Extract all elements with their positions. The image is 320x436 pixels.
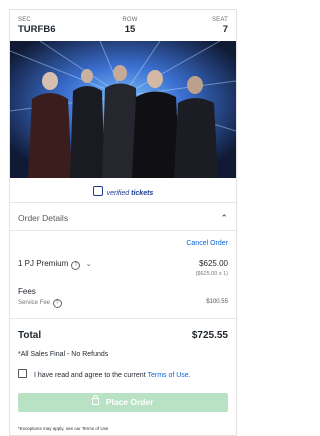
place-order-button[interactable]: Place Order xyxy=(18,393,228,412)
sales-final-notice: *All Sales Final - No Refunds xyxy=(18,351,109,358)
info-icon[interactable]: ? xyxy=(52,299,62,308)
divider xyxy=(10,202,236,203)
total-value: $725.55 xyxy=(191,330,228,341)
lock-icon xyxy=(92,395,100,405)
ticket-item-label: 1 PJ Premium xyxy=(18,259,69,268)
section-value: TURFB6 xyxy=(18,24,56,35)
chevron-up-icon[interactable]: ⌃ xyxy=(220,213,228,224)
band-photo-illustration xyxy=(10,41,236,178)
divider xyxy=(10,318,236,319)
order-details-title: Order Details xyxy=(18,213,69,223)
total-label: Total xyxy=(18,330,42,341)
terms-link[interactable]: Terms of Use. xyxy=(147,372,190,379)
verified-tickets-badge: verified tickets xyxy=(10,186,236,197)
terms-checkbox[interactable] xyxy=(18,369,27,378)
ticket-price-breakdown: ($625.00 x 1) xyxy=(195,271,228,277)
verified-ticket-icon xyxy=(92,186,103,196)
event-photo xyxy=(10,41,236,178)
divider xyxy=(10,230,236,231)
seat-info-col: SEAT 7 xyxy=(212,17,228,35)
row-label: ROW xyxy=(122,17,138,23)
verified-prefix: verified xyxy=(106,190,130,197)
ticket-item: 1 PJ Premium ? ⌄ xyxy=(18,259,92,270)
service-fee-amount: $100.55 xyxy=(206,299,228,305)
seat-label: SEAT xyxy=(211,17,228,23)
terms-agreement: I have read and agree to the current Ter… xyxy=(18,369,191,379)
service-fee: Service Fee ? xyxy=(18,299,62,308)
exceptions-footnote: *Exceptions may apply, see our Terms of … xyxy=(18,426,109,431)
row-value: 15 xyxy=(124,24,136,35)
ticket-price: $625.00 xyxy=(199,259,228,268)
place-order-label: Place Order xyxy=(105,397,154,407)
row-info: ROW 15 xyxy=(110,17,150,35)
info-icon[interactable]: ? xyxy=(71,261,81,270)
section-label: SEC xyxy=(18,17,31,23)
service-fee-label: Service Fee xyxy=(18,300,51,306)
terms-text: I have read and agree to the current xyxy=(33,372,146,379)
chevron-down-icon[interactable]: ⌄ xyxy=(86,261,92,268)
verified-suffix: tickets xyxy=(131,190,154,197)
section-info: SEC TURFB6 xyxy=(18,17,55,35)
checkout-card: SEC TURFB6 ROW 15 SEAT 7 verified ticket… xyxy=(9,9,237,436)
cancel-order-link[interactable]: Cancel Order xyxy=(186,240,228,247)
seat-value: 7 xyxy=(222,24,228,35)
fees-label: Fees xyxy=(18,287,36,296)
seat-info: SEC TURFB6 ROW 15 SEAT 7 xyxy=(10,10,236,40)
